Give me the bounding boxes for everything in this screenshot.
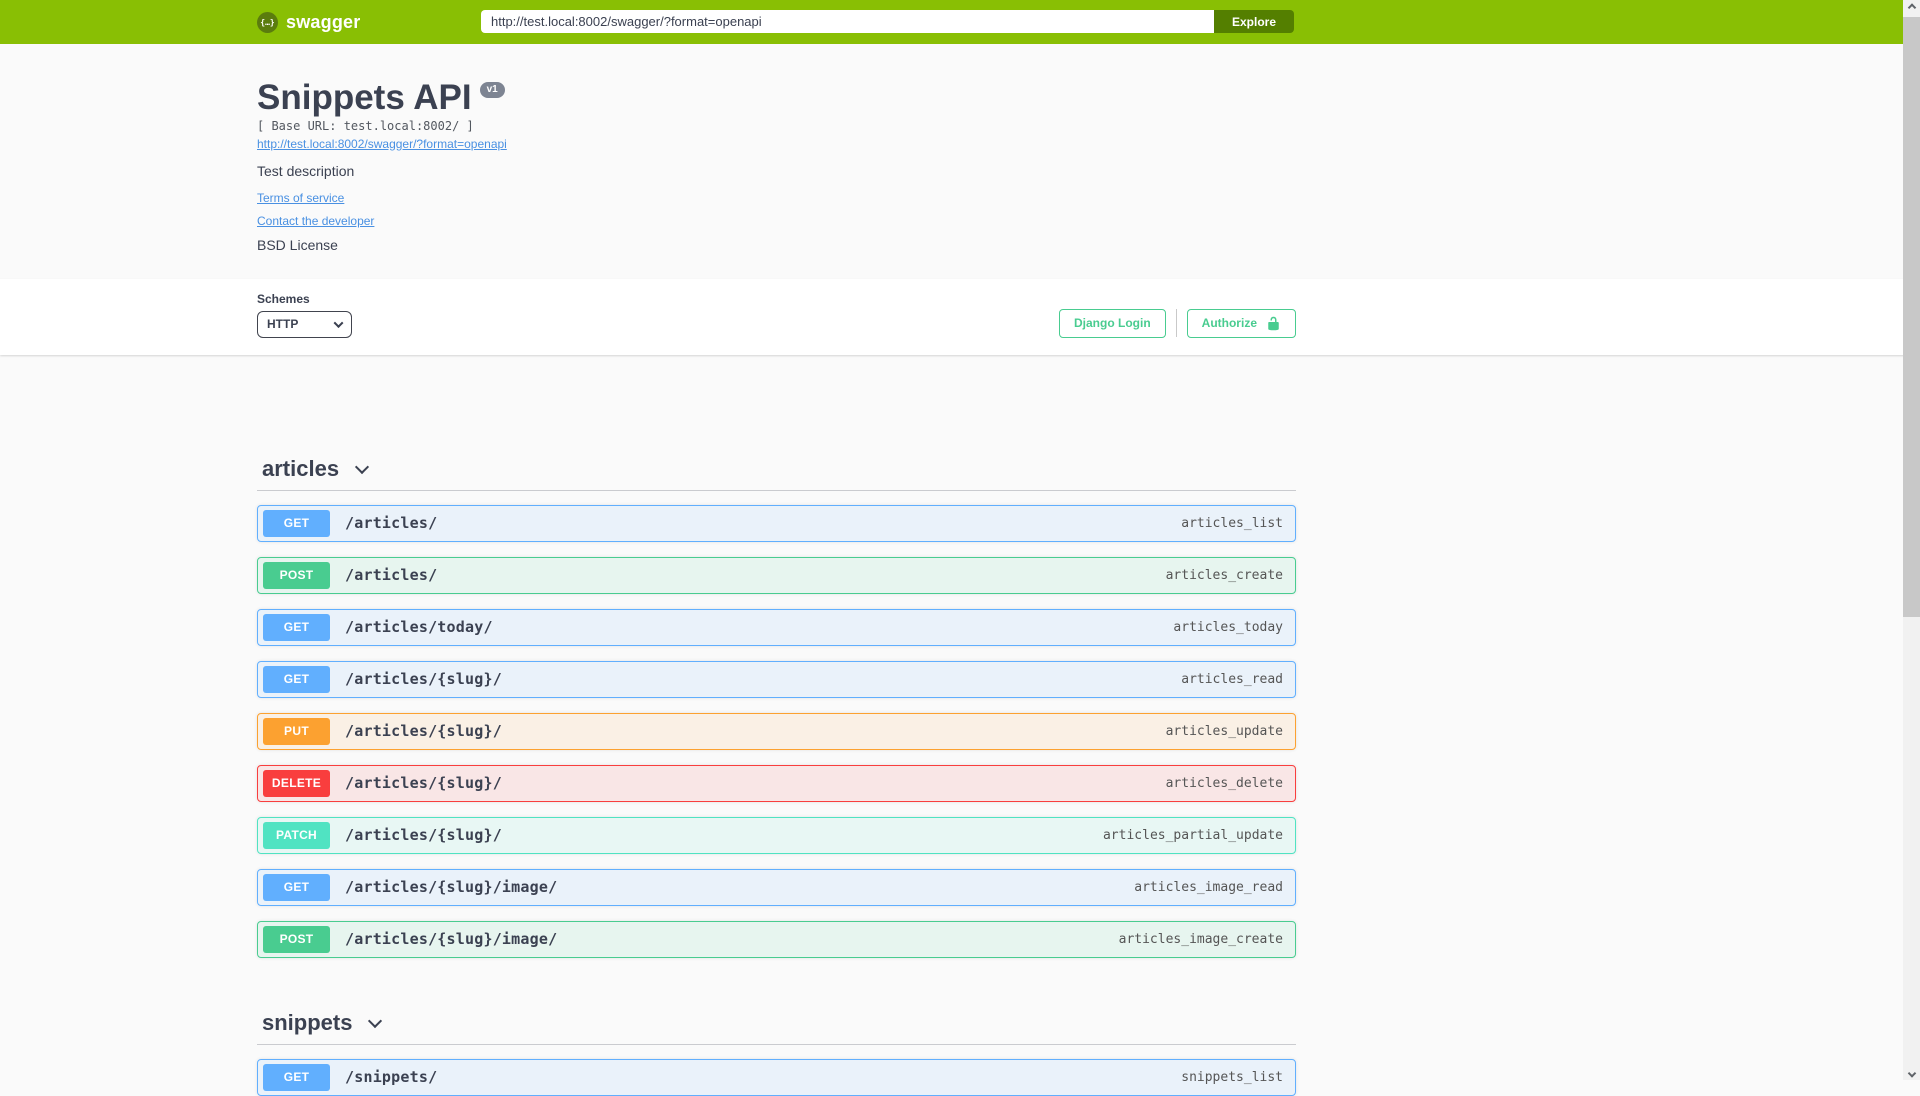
spec-link[interactable]: http://test.local:8002/swagger/?format=o… <box>257 137 507 151</box>
scrollbar-thumb[interactable] <box>1903 17 1920 617</box>
scrollbar[interactable] <box>1903 0 1920 1080</box>
operation-id: articles_read <box>1181 671 1283 687</box>
operation-path: /articles/{slug}/ <box>345 774 502 793</box>
auth-divider <box>1175 309 1177 338</box>
section-header-snippets[interactable]: snippets <box>257 1002 1296 1045</box>
scheme-container: Schemes HTTP Django Login Authorize <box>0 278 1920 355</box>
operation-path: /articles/ <box>345 566 438 585</box>
operation-id: articles_delete <box>1165 775 1283 791</box>
method-badge: PUT <box>263 717 330 745</box>
method-badge: PATCH <box>263 821 330 849</box>
section-title: snippets <box>262 1009 353 1035</box>
operation-id: articles_image_read <box>1134 879 1283 895</box>
chevron-up-icon <box>1907 2 1916 12</box>
unlock-icon <box>1266 316 1281 331</box>
chevron-down-icon <box>368 1013 383 1028</box>
license-text: BSD License <box>257 236 338 253</box>
spec-url-group: Explore <box>481 10 1294 33</box>
operation-path: /articles/{slug}/image/ <box>345 930 558 949</box>
operation-id: snippets_list <box>1181 1069 1283 1085</box>
operations-list-articles: GET/articles/articles_list POST/articles/… <box>257 504 1296 958</box>
operations-wrapper: articles GET/articles/articles_list POST/a… <box>257 448 1296 1096</box>
base-url: [ Base URL: test.local:8002/ ] <box>257 118 474 133</box>
page-title: Snippets API v1 <box>257 78 505 117</box>
chevron-down-icon <box>1907 1068 1916 1078</box>
section-header-articles[interactable]: articles <box>257 448 1296 491</box>
operation-row[interactable]: GET/articles/{slug}/ articles_read <box>257 660 1296 698</box>
operation-id: articles_today <box>1173 619 1283 635</box>
api-description: Test description <box>257 162 355 179</box>
section-title: articles <box>262 455 340 481</box>
scheme-select[interactable]: HTTP <box>257 310 352 338</box>
explore-button[interactable]: Explore <box>1214 10 1294 33</box>
method-badge: POST <box>263 925 330 953</box>
chevron-down-icon <box>354 459 370 474</box>
operation-row[interactable]: PATCH/articles/{slug}/ articles_partial_u… <box>257 816 1296 854</box>
api-title-text: Snippets API <box>257 78 472 117</box>
schemes-group: Schemes HTTP <box>257 292 352 338</box>
operation-id: articles_list <box>1181 515 1283 531</box>
logo-text: swagger <box>286 11 361 32</box>
contact-developer-link[interactable]: Contact the developer <box>257 214 374 229</box>
swagger-logo[interactable]: {…} swagger <box>257 0 360 44</box>
api-section-snippets: snippets GET/snippets/snippets_list <box>257 1002 1296 1096</box>
auth-group: Django Login Authorize <box>1059 308 1296 338</box>
version-badge: v1 <box>479 82 505 98</box>
chevron-down-icon <box>333 317 344 328</box>
operation-path: /snippets/ <box>345 1068 438 1087</box>
authorize-button[interactable]: Authorize <box>1186 308 1296 338</box>
spec-url-input[interactable] <box>481 10 1214 33</box>
operation-id: articles_update <box>1165 723 1283 739</box>
django-login-label: Django Login <box>1074 316 1151 331</box>
operation-row[interactable]: POST/articles/articles_create <box>257 556 1296 594</box>
method-badge: GET <box>263 873 330 901</box>
method-badge: DELETE <box>263 769 330 797</box>
authorize-label: Authorize <box>1201 316 1257 331</box>
topbar: {…} swagger Explore <box>0 0 1920 44</box>
django-login-button[interactable]: Django Login <box>1059 308 1166 338</box>
operation-row[interactable]: POST/articles/{slug}/image/articles_imag… <box>257 920 1296 958</box>
schemes-label: Schemes <box>257 291 310 306</box>
operation-path: /articles/{slug}/image/ <box>345 878 558 897</box>
operation-row[interactable]: GET/snippets/snippets_list <box>257 1058 1296 1096</box>
terms-of-service-link[interactable]: Terms of service <box>257 191 344 206</box>
operations-list-snippets: GET/snippets/snippets_list <box>257 1058 1296 1096</box>
operation-path: /articles/{slug}/ <box>345 722 502 741</box>
method-badge: GET <box>263 613 330 641</box>
operation-path: /articles/today/ <box>345 618 493 637</box>
operation-row[interactable]: GET/articles/articles_list <box>257 504 1296 542</box>
operation-row[interactable]: PUT/articles/{slug}/ articles_update <box>257 712 1296 750</box>
method-badge: GET <box>263 665 330 693</box>
api-info: Snippets API v1 [ Base URL: test.local:8… <box>0 44 1920 279</box>
operation-path: /articles/{slug}/ <box>345 826 502 845</box>
operation-id: articles_image_create <box>1118 931 1283 947</box>
method-badge: GET <box>263 1063 330 1091</box>
operation-id: articles_create <box>1165 567 1283 583</box>
braces-icon: {…} <box>257 11 278 33</box>
operation-path: /articles/{slug}/ <box>345 670 502 689</box>
operation-path: /articles/ <box>345 514 438 533</box>
operation-row[interactable]: GET/articles/{slug}/image/articles_image… <box>257 868 1296 906</box>
scroll-up-button[interactable] <box>1903 0 1920 17</box>
scroll-down-button[interactable] <box>1903 1063 1920 1080</box>
operation-row[interactable]: DELETE/articles/{slug}/ articles_delete <box>257 764 1296 802</box>
method-badge: POST <box>263 561 330 589</box>
scheme-selected-value: HTTP <box>267 317 299 332</box>
operation-id: articles_partial_update <box>1102 827 1283 843</box>
operation-row[interactable]: GET/articles/today/articles_today <box>257 608 1296 646</box>
api-section-articles: articles GET/articles/articles_list POST/a… <box>257 448 1296 958</box>
method-badge: GET <box>263 509 330 537</box>
